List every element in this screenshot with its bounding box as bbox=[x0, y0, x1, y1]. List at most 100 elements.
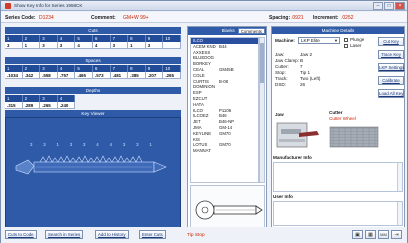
spaces-value-cell[interactable]: .207 bbox=[145, 72, 164, 79]
cuts-value-cell[interactable]: 1 bbox=[22, 42, 41, 49]
manufacturer-info-label: Manufacturer Info bbox=[273, 155, 312, 160]
detail-label: Stop: bbox=[275, 70, 286, 75]
lkp-settings-button[interactable]: LKP Settings bbox=[378, 63, 404, 72]
search-in-series-button[interactable]: Search in Series bbox=[45, 230, 84, 239]
spaces-value-cell[interactable]: .342 bbox=[22, 72, 41, 79]
comment-label: Comment: bbox=[91, 15, 116, 21]
cuts-value-cell[interactable] bbox=[163, 42, 181, 49]
spaces-index: 7 bbox=[110, 65, 129, 72]
scrollbar[interactable] bbox=[397, 163, 402, 191]
depths-value-cell[interactable]: .315 bbox=[5, 102, 23, 109]
scrollbar-thumb[interactable] bbox=[260, 43, 264, 83]
cuts-header: Cuts bbox=[5, 27, 181, 34]
spaces-index: 3 bbox=[40, 65, 58, 72]
close-button[interactable]: × bbox=[395, 2, 405, 10]
blank-code: GM70 bbox=[219, 130, 231, 136]
depths-value-cell[interactable]: .240 bbox=[57, 102, 76, 109]
machine-details-header: Machine Details bbox=[272, 27, 404, 34]
depths-index-row: 1 2 3 4 bbox=[5, 95, 181, 102]
detail-value: 7 bbox=[300, 64, 303, 69]
cutter-value: Cutter Wheel bbox=[329, 116, 356, 121]
minimize-button[interactable]: – bbox=[373, 2, 383, 10]
depths-value-cell[interactable]: .289 bbox=[22, 102, 41, 109]
blank-code: B-08 bbox=[219, 78, 229, 84]
spaces-value-cell[interactable]: .558 bbox=[40, 72, 58, 79]
calculator-icon[interactable]: ▦ bbox=[365, 230, 376, 239]
cuts-value-cell[interactable]: 4 bbox=[75, 42, 93, 49]
depths-value-row: .315 .289 .265 .240 bbox=[5, 102, 181, 109]
spaces-value-cell[interactable]: .385 bbox=[128, 72, 146, 79]
blank-code: GM70 bbox=[219, 142, 231, 148]
cuts-index: 8 bbox=[128, 35, 146, 42]
depths-index: 2 bbox=[22, 95, 41, 102]
cuts-index: 6 bbox=[92, 35, 111, 42]
spaces-index: 6 bbox=[92, 65, 111, 72]
spaces-index: 8 bbox=[128, 65, 146, 72]
detail-label: Jaw Clamp: bbox=[275, 58, 299, 63]
key-info-window: Show Key Info for Series 1958CK – □ × Se… bbox=[0, 0, 408, 243]
trace-key-button[interactable]: Trace Key bbox=[378, 50, 404, 59]
exit-icon[interactable]: ⇥ bbox=[391, 230, 402, 239]
blanks-list: ILCO ACEM KND B44 AXXESS BLUEDOG BORKEY C… bbox=[190, 37, 259, 183]
cuts-value-cell[interactable]: 3 bbox=[40, 42, 58, 49]
cuts-index: 5 bbox=[75, 35, 93, 42]
series-code-value: D1234 bbox=[39, 15, 54, 21]
load-all-key-button[interactable]: Load All Key bbox=[378, 89, 404, 98]
user-info-box[interactable] bbox=[273, 201, 403, 226]
print-icon[interactable]: ▣ bbox=[352, 230, 363, 239]
plunge-label: Plunge bbox=[350, 37, 365, 42]
jaw-icon bbox=[276, 122, 319, 148]
key-viewer-header: Key Viewer bbox=[5, 110, 181, 117]
detail-label: Cutter: bbox=[275, 64, 289, 69]
cuts-value-cell[interactable]: 3 bbox=[110, 42, 129, 49]
cuts-index: 10 bbox=[163, 35, 181, 42]
cuts-value-cell[interactable]: 3 bbox=[57, 42, 76, 49]
laser-checkbox[interactable] bbox=[344, 44, 348, 48]
add-to-history-button[interactable]: Add to History bbox=[95, 230, 129, 239]
window-title: Show Key Info for Series 1958CK bbox=[14, 3, 83, 8]
tab-blanks[interactable]: Blanks bbox=[220, 28, 237, 34]
bottom-bar: Cuts to Code Search in Series Add to His… bbox=[1, 227, 407, 243]
cuts-index-row: 1 2 3 4 5 6 7 8 9 10 bbox=[5, 35, 181, 42]
key-drawing-icon bbox=[15, 155, 167, 175]
series-code-label: Series Code: bbox=[5, 15, 36, 21]
calibrate-button[interactable]: Calibrate bbox=[378, 76, 404, 85]
blanks-scrollbar[interactable] bbox=[259, 37, 265, 183]
detail-label: DSD: bbox=[275, 82, 286, 87]
spaces-value-row: .1034 .342 .558 .757 .465 .573 .481 .385… bbox=[5, 72, 181, 79]
spaces-value-cell[interactable]: .1034 bbox=[5, 72, 23, 79]
spaces-value-cell[interactable]: .481 bbox=[110, 72, 129, 79]
cuts-value-cell[interactable]: 1 bbox=[128, 42, 146, 49]
spaces-index: 9 bbox=[145, 65, 164, 72]
increment-label: Increment: bbox=[313, 15, 339, 21]
cutter-image bbox=[329, 124, 379, 150]
machine-label-text: Machine: bbox=[275, 38, 295, 43]
cuts-value-cell[interactable]: 3 bbox=[5, 42, 23, 49]
spaces-value-cell[interactable]: .465 bbox=[75, 72, 93, 79]
detail-value: Jaw 2 bbox=[300, 52, 313, 57]
depths-value-cell[interactable]: .265 bbox=[40, 102, 58, 109]
depths-index: 1 bbox=[5, 95, 23, 102]
cuts-to-code-button[interactable]: Cuts to Code bbox=[5, 230, 37, 239]
detail-label: Track: bbox=[275, 76, 288, 81]
machine-select-value: LKP Elite bbox=[301, 38, 320, 43]
enter-cuts-button[interactable]: Enter Cuts bbox=[139, 230, 166, 239]
tab-comments[interactable]: Comments bbox=[237, 28, 265, 34]
scrollbar[interactable] bbox=[397, 202, 402, 225]
spaces-value-cell[interactable]: .573 bbox=[92, 72, 111, 79]
spaces-value-cell[interactable]: .265 bbox=[163, 72, 181, 79]
list-item[interactable]: MANNAT bbox=[191, 148, 258, 154]
machine-select[interactable]: LKP Elite ▼ bbox=[298, 37, 340, 44]
spaces-value-cell[interactable]: .757 bbox=[57, 72, 76, 79]
manufacturer-info-box[interactable] bbox=[273, 162, 403, 192]
key-viewer: 3 3 1 3 3 4 4 3 3 1 bbox=[5, 117, 181, 231]
plunge-checkbox[interactable] bbox=[344, 38, 348, 42]
mm-button[interactable]: MM bbox=[378, 230, 389, 239]
maximize-button[interactable]: □ bbox=[384, 2, 394, 10]
blank-code: GM45B bbox=[219, 66, 234, 72]
cuts-value-cell[interactable]: 3 bbox=[145, 42, 164, 49]
cuts-value-cell[interactable]: 4 bbox=[92, 42, 111, 49]
cuts-index: 9 bbox=[145, 35, 164, 42]
cut-key-button[interactable]: Cut Key bbox=[378, 37, 404, 46]
spaces-index: 1 bbox=[5, 65, 23, 72]
